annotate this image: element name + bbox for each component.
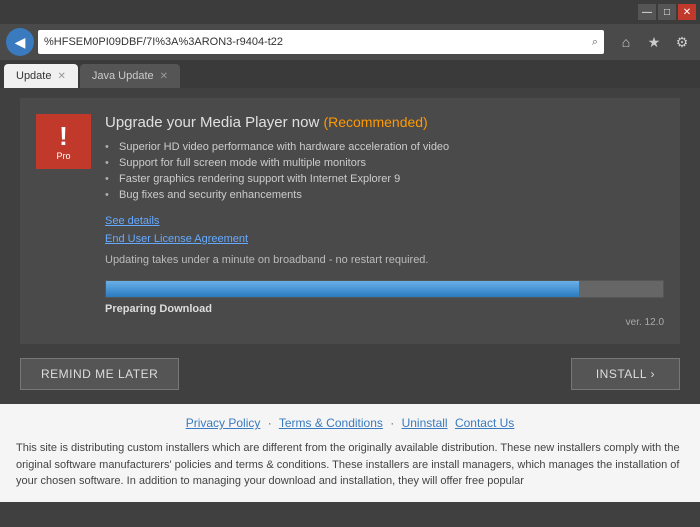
progress-bar-fill xyxy=(106,281,579,297)
footer-links: Privacy Policy · Terms & Conditions · Un… xyxy=(16,416,684,430)
tab-update[interactable]: Update ✕ xyxy=(4,64,78,88)
tab-close-icon[interactable]: ✕ xyxy=(57,71,65,82)
progress-section: Preparing Download ver. 12.0 xyxy=(105,280,664,328)
back-button[interactable]: ◀ xyxy=(6,28,34,56)
feature-2: Support for full screen mode with multip… xyxy=(105,155,664,171)
separator-1: · xyxy=(268,416,272,430)
search-icon: ⌕ xyxy=(592,36,598,49)
upgrade-features-list: Superior HD video performance with hardw… xyxy=(105,139,664,203)
footer-body-text: This site is distributing custom install… xyxy=(16,440,684,490)
tab-update-label: Update xyxy=(16,70,51,82)
tab-java-close-icon[interactable]: ✕ xyxy=(160,71,168,82)
progress-bar-container xyxy=(105,280,664,298)
footer-section: Privacy Policy · Terms & Conditions · Un… xyxy=(0,404,700,502)
close-button[interactable]: ✕ xyxy=(678,4,696,20)
recommended-badge: (Recommended) xyxy=(323,114,427,130)
maximize-button[interactable]: □ xyxy=(658,4,676,20)
separator-2: · xyxy=(390,416,394,430)
install-button[interactable]: INSTALL › xyxy=(571,358,680,390)
nav-bar: ◀ %HFSEM0PI09DBF/7I%3A%3ARON3-r9404-t22 … xyxy=(0,24,700,60)
upgrade-title-text: Upgrade your Media Player now xyxy=(105,114,319,131)
buttons-row: REMIND ME LATER INSTALL › xyxy=(20,358,680,390)
upgrade-note: Updating takes under a minute on broadba… xyxy=(105,254,664,266)
upgrade-header: ! Pro Upgrade your Media Player now (Rec… xyxy=(36,114,664,328)
tabs-bar: Update ✕ Java Update ✕ xyxy=(0,60,700,88)
minimize-button[interactable]: — xyxy=(638,4,656,20)
contact-link[interactable]: Contact Us xyxy=(455,416,514,430)
feature-4: Bug fixes and security enhancements xyxy=(105,187,664,203)
pro-icon: ! Pro xyxy=(36,114,91,169)
terms-link[interactable]: Terms & Conditions xyxy=(279,416,383,430)
see-details-link[interactable]: See details xyxy=(105,213,664,231)
version-text: ver. 12.0 xyxy=(105,317,664,328)
tab-java-label: Java Update xyxy=(92,70,154,82)
feature-3: Faster graphics rendering support with I… xyxy=(105,171,664,187)
remind-me-later-button[interactable]: REMIND ME LATER xyxy=(20,358,179,390)
uninstall-link[interactable]: Uninstall xyxy=(402,416,448,430)
title-bar: — □ ✕ xyxy=(0,0,700,24)
tab-java-update[interactable]: Java Update ✕ xyxy=(80,64,180,88)
address-bar[interactable]: %HFSEM0PI09DBF/7I%3A%3ARON3-r9404-t22 ⌕ xyxy=(38,30,604,54)
eula-link[interactable]: End User License Agreement xyxy=(105,231,664,249)
address-text: %HFSEM0PI09DBF/7I%3A%3ARON3-r9404-t22 xyxy=(44,36,588,48)
preparing-text: Preparing Download xyxy=(105,303,664,315)
nav-icons: ⌂ ★ ⚙ xyxy=(614,30,694,54)
upgrade-info: Upgrade your Media Player now (Recommend… xyxy=(105,114,664,328)
home-icon[interactable]: ⌂ xyxy=(614,30,638,54)
upgrade-box: ! Pro Upgrade your Media Player now (Rec… xyxy=(20,98,680,344)
pro-label: Pro xyxy=(56,151,70,161)
pro-exclamation: ! xyxy=(59,123,68,149)
privacy-policy-link[interactable]: Privacy Policy xyxy=(186,416,261,430)
star-icon[interactable]: ★ xyxy=(642,30,666,54)
settings-icon[interactable]: ⚙ xyxy=(670,30,694,54)
browser-chrome: — □ ✕ ◀ %HFSEM0PI09DBF/7I%3A%3ARON3-r940… xyxy=(0,0,700,88)
page-content: ! Pro Upgrade your Media Player now (Rec… xyxy=(0,88,700,527)
upgrade-title: Upgrade your Media Player now (Recommend… xyxy=(105,114,664,131)
upgrade-links: See details End User License Agreement xyxy=(105,213,664,248)
feature-1: Superior HD video performance with hardw… xyxy=(105,139,664,155)
